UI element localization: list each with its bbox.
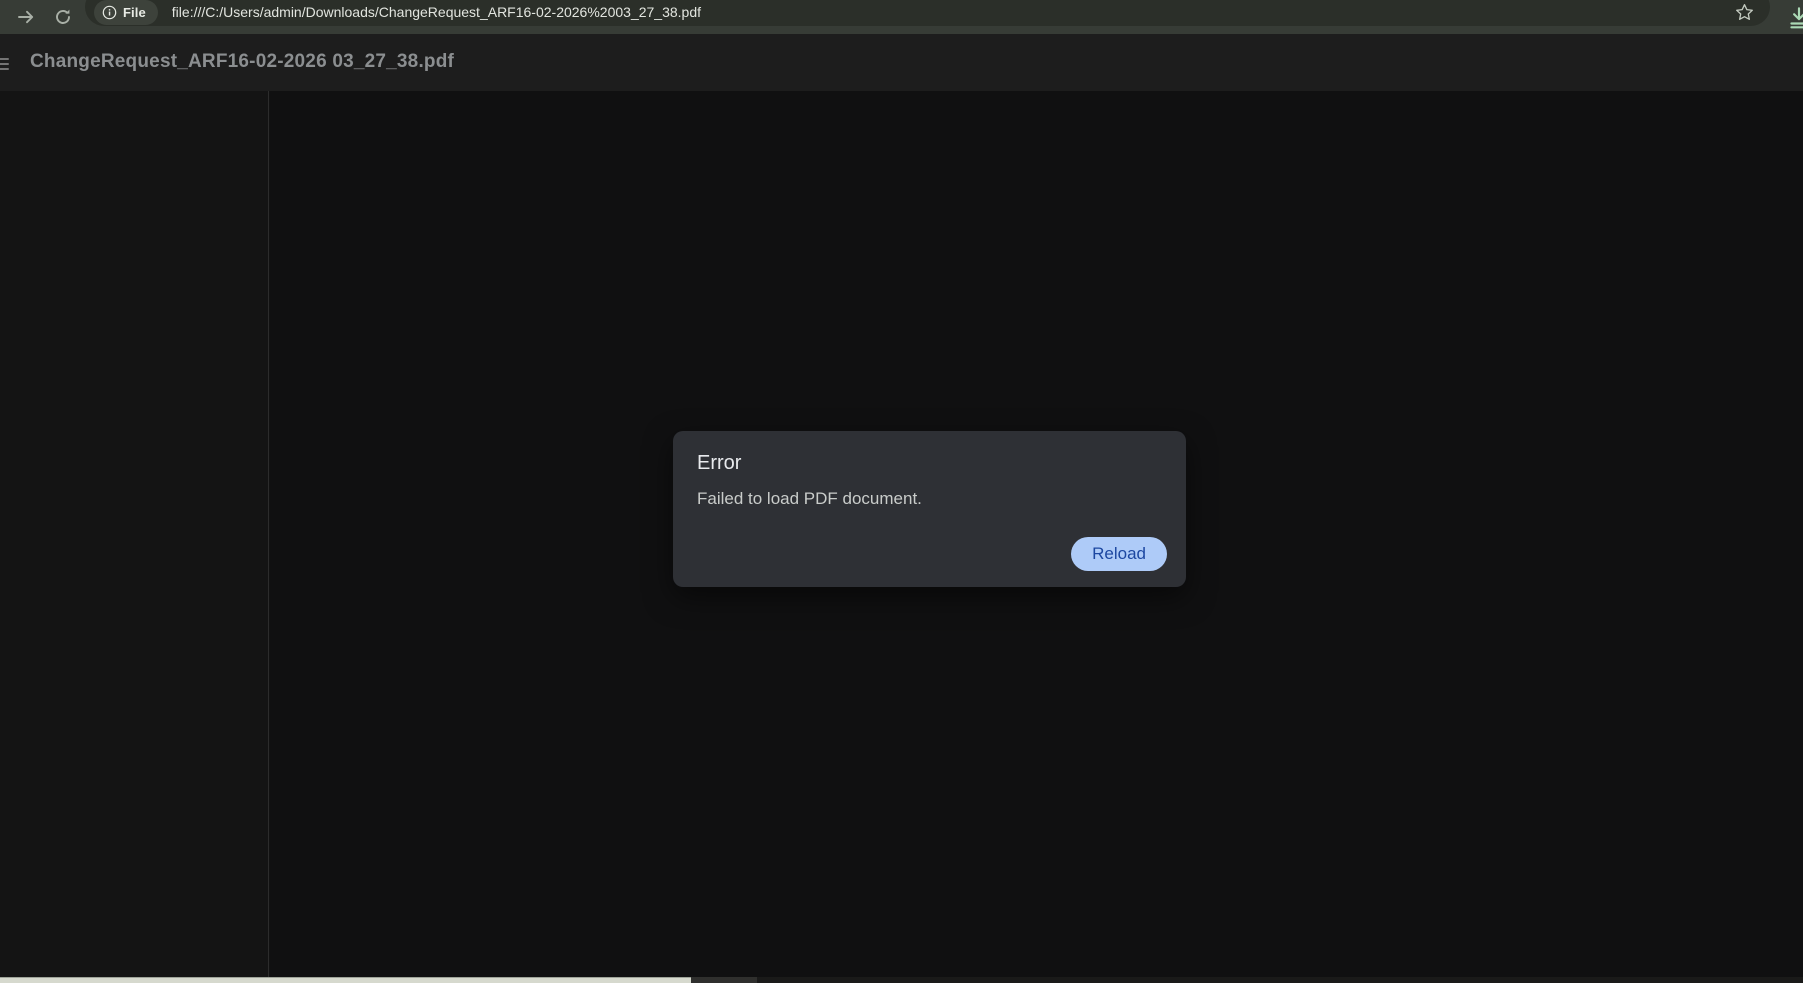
taskbar-edge — [0, 977, 1803, 983]
forward-icon[interactable] — [9, 0, 43, 34]
taskbar-edge-dark-segment — [757, 977, 1803, 983]
info-icon — [102, 5, 117, 19]
taskbar-edge-light-segment — [0, 977, 691, 983]
screen: File file:///C:/Users/admin/Downloads/Ch… — [0, 0, 1803, 983]
error-dialog-title: Error — [697, 452, 742, 474]
error-dialog: Error Failed to load PDF document. Reloa… — [673, 431, 1186, 587]
menu-icon[interactable] — [0, 58, 9, 70]
taskbar-edge-mid-segment — [691, 977, 757, 983]
pdf-title: ChangeRequest_ARF16-02-2026 03_27_38.pdf — [30, 51, 455, 72]
pdf-sidebar — [0, 91, 269, 977]
pdf-toolbar: ChangeRequest_ARF16-02-2026 03_27_38.pdf — [0, 34, 1803, 91]
site-chip-label: File — [123, 4, 146, 20]
download-icon[interactable] — [1786, 4, 1803, 30]
browser-toolbar: File file:///C:/Users/admin/Downloads/Ch… — [0, 0, 1803, 34]
url-text[interactable]: file:///C:/Users/admin/Downloads/ChangeR… — [172, 4, 1735, 20]
pdf-content-area: Error Failed to load PDF document. Reloa… — [0, 91, 1803, 977]
reload-icon[interactable] — [46, 0, 80, 34]
site-info-chip[interactable]: File — [94, 0, 158, 25]
bookmark-star-icon[interactable] — [1735, 3, 1754, 22]
address-bar[interactable]: File file:///C:/Users/admin/Downloads/Ch… — [85, 0, 1770, 26]
reload-button[interactable]: Reload — [1071, 537, 1167, 571]
error-dialog-message: Failed to load PDF document. — [697, 489, 922, 508]
